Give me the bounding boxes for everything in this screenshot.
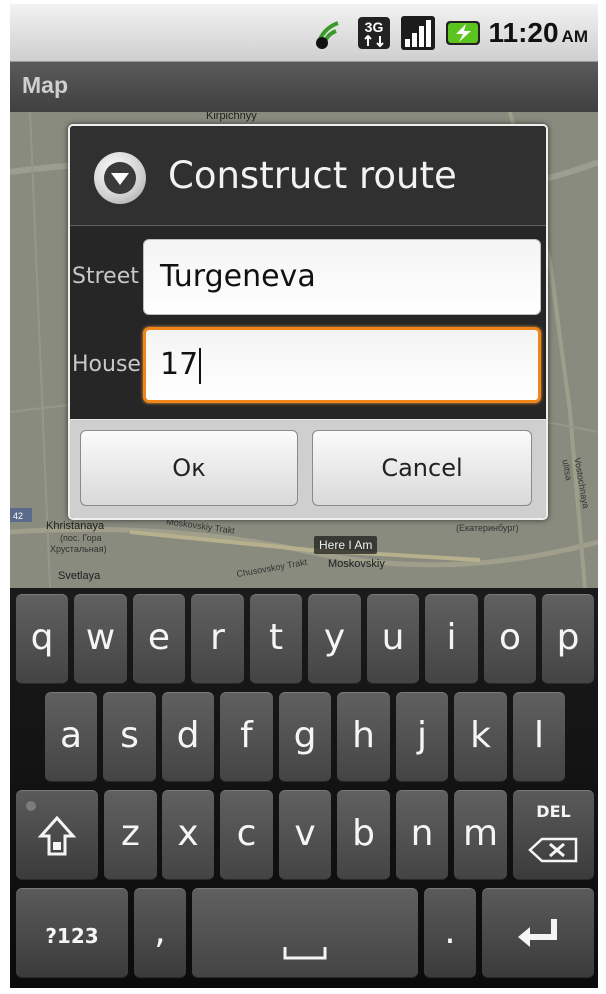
key-w[interactable]: w — [74, 594, 127, 684]
key-r[interactable]: r — [191, 594, 244, 684]
backspace-icon — [528, 837, 578, 863]
key-k[interactable]: k — [454, 692, 507, 782]
map-label: Moskovskiy — [328, 558, 385, 570]
period-key[interactable]: . — [424, 888, 476, 978]
gps-signal-icon — [312, 15, 348, 51]
key-u[interactable]: u — [367, 594, 419, 684]
comma-key[interactable]: , — [134, 888, 186, 978]
house-value: 17 — [160, 347, 199, 382]
key-g[interactable]: g — [279, 692, 331, 782]
key-j[interactable]: j — [396, 692, 448, 782]
app-title-bar: Map — [10, 62, 598, 112]
here-i-am-marker[interactable]: Here I Am — [314, 536, 378, 554]
shift-arrow-icon — [37, 815, 77, 856]
house-input[interactable]: 17 — [143, 327, 541, 403]
map-label: Хрустальная) — [50, 544, 107, 554]
space-bar-icon — [283, 947, 327, 960]
street-row: Street Turgeneva — [70, 239, 546, 325]
3g-data-icon: 3G — [356, 15, 392, 51]
signal-bars-icon — [400, 15, 436, 51]
network-type-label: 3G — [365, 19, 384, 35]
battery-charging-icon — [444, 15, 481, 51]
street-label: Street — [72, 264, 139, 289]
shift-key[interactable] — [16, 790, 98, 880]
map-label: 42 — [13, 511, 24, 521]
delete-key[interactable]: DEL — [513, 790, 594, 880]
key-y[interactable]: y — [308, 594, 361, 684]
symbols-label: ?123 — [45, 924, 99, 948]
key-n[interactable]: n — [396, 790, 448, 880]
ok-button[interactable]: Ок — [80, 430, 298, 506]
dialog-title: Construct route — [168, 154, 457, 197]
key-h[interactable]: h — [337, 692, 390, 782]
clock-time: 11:20 — [488, 17, 559, 48]
map-label: (Екатеринбург) — [456, 523, 519, 533]
app-title: Map — [22, 72, 68, 98]
key-s[interactable]: s — [103, 692, 156, 782]
status-bar: 3G 11:20 AM — [10, 4, 598, 62]
key-c[interactable]: c — [220, 790, 273, 880]
shift-lock-indicator — [26, 801, 36, 811]
dialog-header: Construct route — [70, 126, 546, 226]
construct-route-dialog: Construct route Street Turgeneva House 1… — [68, 124, 548, 520]
key-z[interactable]: z — [104, 790, 157, 880]
enter-key[interactable] — [482, 888, 594, 978]
map-label: Svetlaya — [58, 570, 101, 582]
soft-keyboard: q w e r t y u i o p a s d f g h j k l z … — [10, 588, 598, 988]
dialog-body: Street Turgeneva House 17 — [70, 227, 546, 419]
street-value: Turgeneva — [160, 259, 316, 294]
enter-arrow-icon — [518, 919, 557, 947]
dropdown-arrow-icon — [94, 152, 146, 204]
key-i[interactable]: i — [425, 594, 478, 684]
key-q[interactable]: q — [16, 594, 68, 684]
key-x[interactable]: x — [162, 790, 214, 880]
map-label: Khristanaya — [46, 520, 105, 532]
dialog-button-bar: Ок Cancel — [70, 419, 546, 518]
street-input[interactable]: Turgeneva — [143, 239, 541, 315]
key-m[interactable]: m — [454, 790, 507, 880]
house-label: House — [72, 352, 141, 377]
space-key[interactable] — [192, 888, 418, 978]
key-o[interactable]: o — [484, 594, 536, 684]
clock-ampm: AM — [561, 27, 588, 46]
key-d[interactable]: d — [162, 692, 214, 782]
house-row: House 17 — [70, 327, 546, 413]
cancel-button[interactable]: Cancel — [312, 430, 532, 506]
key-e[interactable]: e — [133, 594, 185, 684]
key-p[interactable]: p — [542, 594, 594, 684]
symbols-key[interactable]: ?123 — [16, 888, 128, 978]
key-t[interactable]: t — [250, 594, 302, 684]
key-a[interactable]: a — [45, 692, 97, 782]
phone-screen: 3G 11:20 AM Map Kirpichnyy Khristanaya (… — [10, 4, 598, 988]
text-cursor — [199, 347, 202, 384]
key-f[interactable]: f — [220, 692, 273, 782]
map-label: Kirpichnyy — [206, 112, 257, 122]
key-b[interactable]: b — [337, 790, 390, 880]
clock: 11:20 AM — [488, 17, 588, 49]
key-v[interactable]: v — [279, 790, 331, 880]
